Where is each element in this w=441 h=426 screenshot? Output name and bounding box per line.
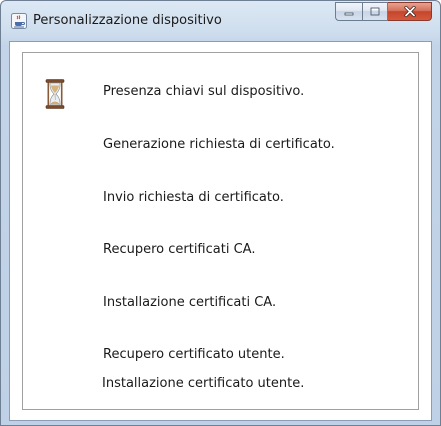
minimize-button[interactable] xyxy=(335,2,362,21)
window-title: Personalizzazione dispositivo xyxy=(33,13,222,28)
dialog-content: Presenza chiavi sul dispositivo. Generaz… xyxy=(9,41,432,421)
maximize-icon xyxy=(370,7,380,16)
close-button[interactable] xyxy=(388,2,432,21)
hourglass-icon xyxy=(45,79,65,109)
minimize-icon xyxy=(344,12,354,15)
maximize-button[interactable] xyxy=(362,2,388,21)
step-user-cert-install: Installazione certificato utente. xyxy=(102,376,305,391)
caption-buttons xyxy=(335,2,432,22)
step-user-cert-retrieval: Recupero certificato utente. xyxy=(103,347,285,362)
step-ca-install: Installazione certificati CA. xyxy=(103,295,277,310)
step-ca-retrieval: Recupero certificati CA. xyxy=(103,242,256,257)
step-csr-generation: Generazione richiesta di certificato. xyxy=(103,137,335,152)
step-key-check: Presenza chiavi sul dispositivo. xyxy=(103,84,305,99)
title-bar[interactable]: Personalizzazione dispositivo xyxy=(1,1,440,41)
close-icon xyxy=(403,6,416,17)
dialog-window: Personalizzazione dispositivo Presenza c… xyxy=(0,0,441,426)
step-csr-submission: Invio richiesta di certificato. xyxy=(103,190,284,205)
steps-panel: Presenza chiavi sul dispositivo. Generaz… xyxy=(22,52,419,410)
java-cup-icon xyxy=(11,13,27,29)
